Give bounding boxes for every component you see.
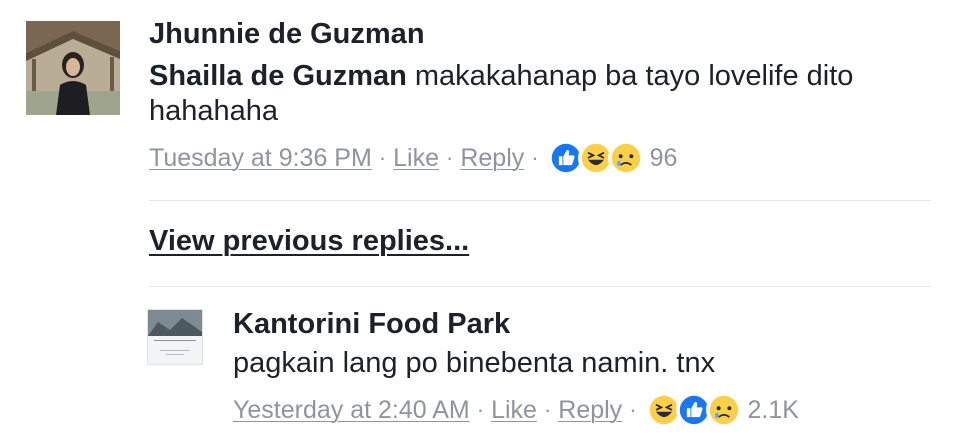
profile-photo [26, 21, 120, 115]
reply-text: pagkain lang po binebenta namin. tnx [233, 347, 716, 379]
separator-dot: · [629, 397, 637, 422]
comment-meta: Tuesday at 9:36 PM · Like · Reply · 96 [149, 140, 677, 176]
separator-dot: · [476, 397, 485, 422]
comment-timestamp[interactable]: Tuesday at 9:36 PM [149, 144, 372, 173]
view-previous-replies-link[interactable]: View previous replies... [149, 225, 469, 258]
divider [149, 200, 931, 201]
comment-body: Shailla de Guzman makakahanap ba tayo lo… [149, 59, 909, 129]
avatar[interactable] [26, 21, 120, 115]
sad-icon [705, 392, 742, 428]
reaction-summary[interactable] [547, 140, 644, 176]
reaction-count[interactable]: 2.1K [748, 396, 799, 425]
like-link[interactable]: Like [491, 396, 537, 425]
tagged-user[interactable]: Shailla de Guzman [149, 60, 407, 92]
separator-dot: · [446, 145, 454, 170]
reaction-summary[interactable] [645, 392, 742, 428]
reply-timestamp[interactable]: Yesterday at 2:40 AM [233, 396, 470, 425]
page-avatar[interactable] [147, 309, 203, 365]
page-logo [148, 310, 202, 364]
comment-author[interactable]: Jhunnie de Guzman [149, 18, 425, 51]
separator-dot: · [378, 145, 387, 170]
separator-dot: · [543, 397, 552, 422]
divider [149, 286, 931, 287]
reaction-count[interactable]: 96 [650, 144, 678, 173]
reply-author[interactable]: Kantorini Food Park [233, 308, 510, 341]
separator-dot: · [531, 145, 539, 170]
like-link[interactable]: Like [393, 144, 439, 173]
reply-link[interactable]: Reply [460, 144, 524, 173]
reply-link[interactable]: Reply [558, 396, 622, 425]
reply-meta: Yesterday at 2:40 AM · Like · Reply · 2.… [233, 392, 799, 428]
sad-icon [607, 140, 644, 176]
